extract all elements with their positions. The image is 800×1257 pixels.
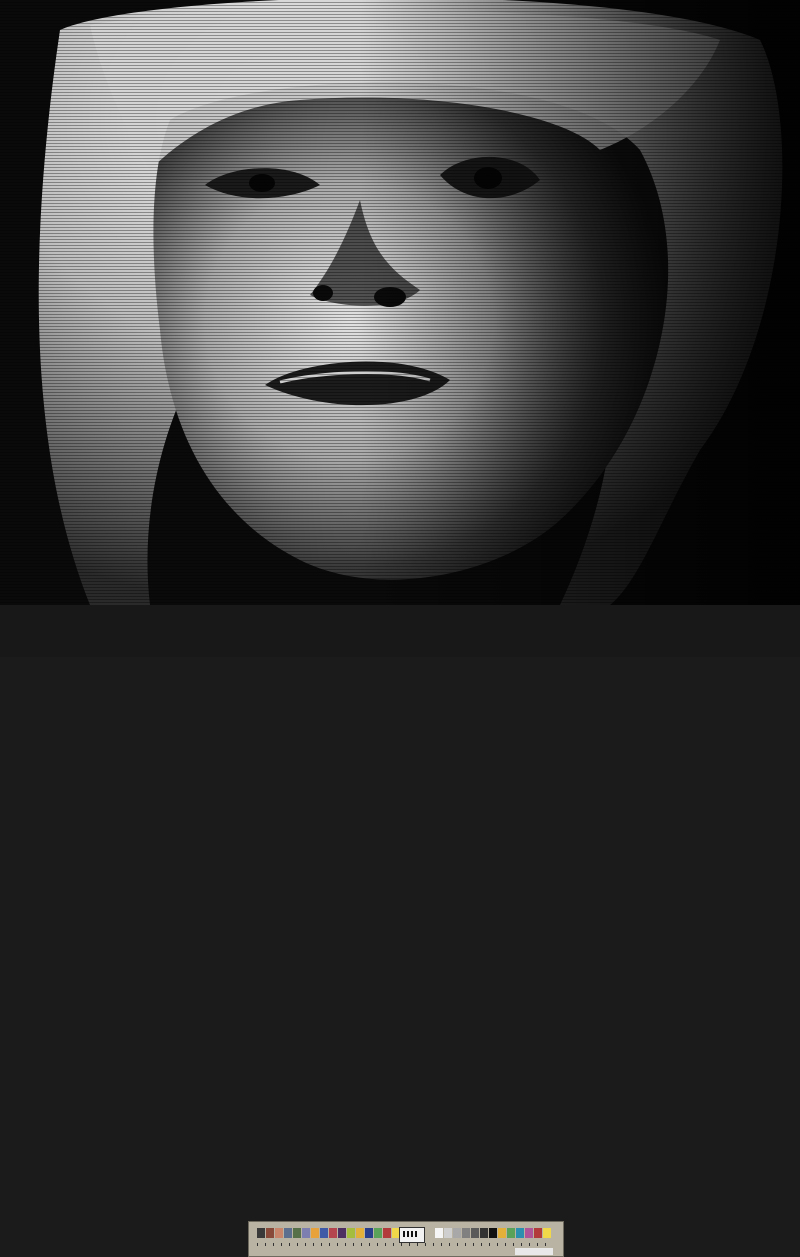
calibration-scale	[257, 1243, 553, 1246]
color-swatch	[543, 1228, 551, 1238]
color-swatch	[257, 1228, 265, 1238]
color-calibration-target	[248, 1221, 564, 1257]
color-swatch	[498, 1228, 506, 1238]
calibration-label-plate	[515, 1248, 553, 1255]
color-swatch	[383, 1228, 391, 1238]
color-swatch	[489, 1228, 497, 1238]
color-swatch	[525, 1228, 533, 1238]
color-swatch	[266, 1228, 274, 1238]
color-swatch	[311, 1228, 319, 1238]
color-swatch	[275, 1228, 283, 1238]
color-swatch	[435, 1228, 443, 1238]
color-swatch	[302, 1228, 310, 1238]
bottom-strip	[0, 605, 800, 1257]
color-swatch	[329, 1228, 337, 1238]
calibration-logo	[399, 1227, 425, 1243]
color-swatch	[293, 1228, 301, 1238]
color-swatch	[338, 1228, 346, 1238]
color-swatch	[444, 1228, 452, 1238]
color-swatch	[507, 1228, 515, 1238]
color-swatch	[365, 1228, 373, 1238]
side-shadow	[0, 0, 800, 605]
color-swatch	[480, 1228, 488, 1238]
color-swatch	[284, 1228, 292, 1238]
color-swatch	[534, 1228, 542, 1238]
color-swatch	[516, 1228, 524, 1238]
portrait-photo	[0, 0, 800, 605]
color-swatch	[320, 1228, 328, 1238]
portrait-illustration	[0, 0, 800, 605]
color-swatch	[462, 1228, 470, 1238]
color-swatch	[347, 1228, 355, 1238]
color-swatch	[453, 1228, 461, 1238]
color-swatch	[356, 1228, 364, 1238]
swatch-row-right	[435, 1228, 552, 1238]
color-swatch	[471, 1228, 479, 1238]
swatch-row-left	[257, 1228, 401, 1238]
color-swatch	[374, 1228, 382, 1238]
